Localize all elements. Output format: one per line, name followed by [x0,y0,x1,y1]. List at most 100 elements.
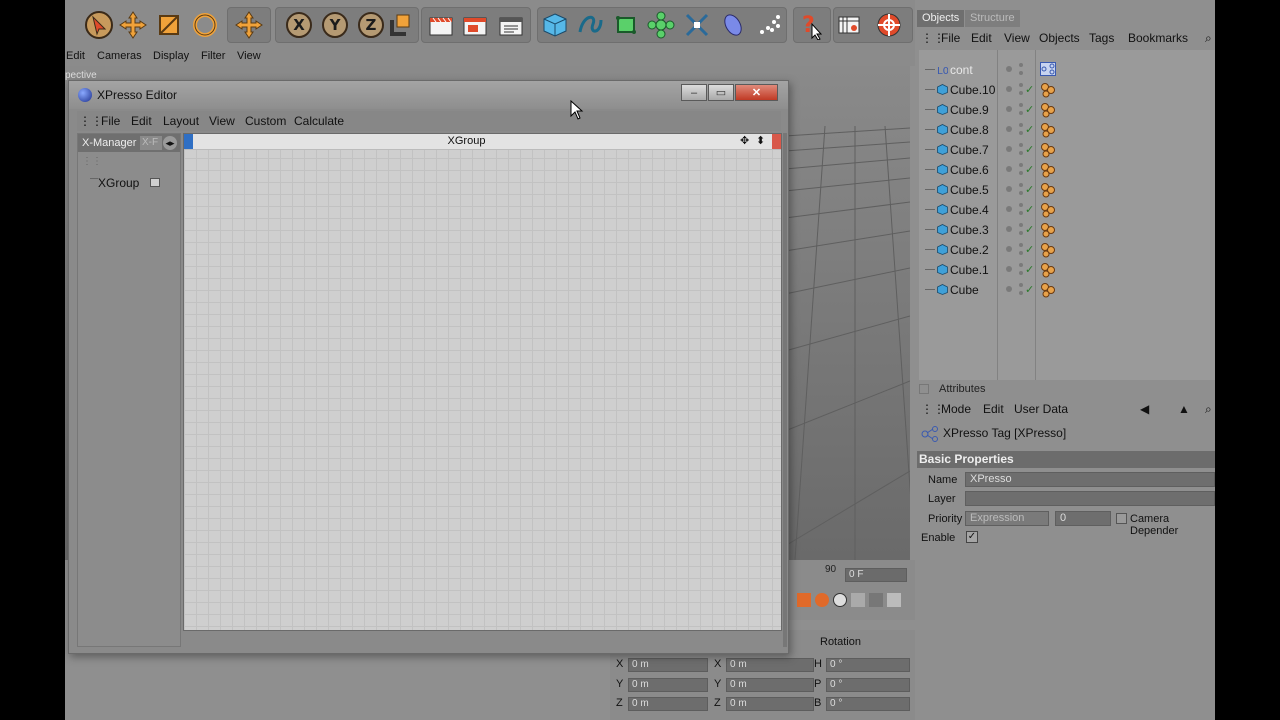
object-row[interactable]: Cube.9 ✓ [919,100,1215,120]
object-row[interactable]: Cube.3 ✓ [919,220,1215,240]
rotation-b-field[interactable]: 0 ° [826,697,910,711]
editor-visibility-dot[interactable] [1019,83,1023,87]
editor-visibility-dot[interactable] [1019,263,1023,267]
move-axis-icon[interactable] [233,9,265,41]
visibility-dot[interactable] [1006,286,1012,292]
pointer-icon[interactable] [83,9,115,41]
render-visibility-dot[interactable] [1019,231,1023,235]
object-row[interactable]: Cube.7 ✓ [919,140,1215,160]
cube-icon[interactable] [539,9,571,41]
phong-tag-icon[interactable] [1040,282,1056,298]
current-frame-field[interactable]: 0 F [845,568,907,582]
enabled-check-icon[interactable]: ✓ [1025,203,1034,216]
viewport-menu-view[interactable]: View [237,50,261,62]
xpresso-menu-file[interactable]: File [101,114,120,128]
phong-tag-icon[interactable] [1040,202,1056,218]
search-icon[interactable]: ⌕ [1205,31,1212,46]
xpresso-title-bar[interactable]: XPresso Editor – ▭ ✕ [69,81,788,109]
enabled-check-icon[interactable]: ✓ [1025,283,1034,296]
size-y-field[interactable]: 0 m [726,678,814,692]
attr-menu-mode[interactable]: Mode [941,402,971,416]
editor-visibility-dot[interactable] [1019,283,1023,287]
tab-objects[interactable]: Objects [917,10,965,27]
enabled-check-icon[interactable]: ✓ [1025,223,1034,236]
position-key-icon[interactable] [851,593,865,607]
object-row[interactable]: Cube.1 ✓ [919,260,1215,280]
xgroup-tree-item[interactable]: XGroup [98,176,139,190]
scene-icon[interactable] [717,9,749,41]
keyframe-selection-icon[interactable] [833,593,847,607]
x-axis-icon[interactable]: X [283,9,315,41]
maximize-button[interactable]: ▭ [708,84,734,101]
phong-tag-icon[interactable] [1040,82,1056,98]
move-icon[interactable] [117,9,149,41]
objects-menu-edit[interactable]: Edit [971,31,992,45]
editor-visibility-dot[interactable] [1019,143,1023,147]
render-visibility-dot[interactable] [1019,91,1023,95]
particles-icon[interactable] [753,9,785,41]
xgroup-node-canvas[interactable]: XGroup ✥ ⬍ [183,133,782,631]
rotation-p-field[interactable]: 0 ° [826,678,910,692]
phong-tag-icon[interactable] [1040,222,1056,238]
object-row[interactable]: Cube ✓ [919,280,1215,300]
mograph-icon[interactable] [645,9,677,41]
minimize-button[interactable]: – [681,84,707,101]
visibility-dot[interactable] [1006,86,1012,92]
rotation-h-field[interactable]: 0 ° [826,658,910,672]
visibility-dot[interactable] [1006,106,1012,112]
xgroup-resize-icon[interactable]: ⬍ [756,134,765,147]
close-button[interactable]: ✕ [735,84,778,101]
object-row[interactable]: Cube.8 ✓ [919,120,1215,140]
visibility-dot[interactable] [1006,186,1012,192]
editor-visibility-dot[interactable] [1019,223,1023,227]
visibility-dot[interactable] [1006,66,1012,72]
editor-visibility-dot[interactable] [1019,123,1023,127]
visibility-dot[interactable] [1006,166,1012,172]
deformer-icon[interactable] [681,9,713,41]
visibility-dot[interactable] [1006,266,1012,272]
render-settings-icon[interactable] [495,9,527,41]
viewport-menu-cameras[interactable]: Cameras [97,50,142,62]
xpresso-menu-edit[interactable]: Edit [131,114,152,128]
visibility-dot[interactable] [1006,226,1012,232]
objects-menu-view[interactable]: View [1004,31,1030,45]
render-visibility-dot[interactable] [1019,251,1023,255]
object-row[interactable]: Cube.2 ✓ [919,240,1215,260]
enabled-check-icon[interactable]: ✓ [1025,183,1034,196]
scale-icon[interactable] [153,9,185,41]
xpresso-menu-custom[interactable]: Custom [245,114,286,128]
layer-field[interactable] [965,491,1215,506]
objects-menu-tags[interactable]: Tags [1089,31,1114,45]
spline-icon[interactable] [574,9,606,41]
phong-tag-icon[interactable] [1040,102,1056,118]
xpresso-menu-view[interactable]: View [209,114,235,128]
param-key-icon[interactable] [887,593,901,607]
viewport-menu-filter[interactable]: Filter [201,50,225,62]
editor-visibility-dot[interactable] [1019,203,1023,207]
size-x-field[interactable]: 0 m [726,658,814,672]
editor-visibility-dot[interactable] [1019,63,1023,67]
object-list[interactable]: L0 cont Cube.10 ✓ Cube.9 ✓ Cube.8 ✓ Cube.7 ✓ Cube.… [919,50,1215,380]
object-row[interactable]: Cube.5 ✓ [919,180,1215,200]
camera-dependent-checkbox[interactable] [1116,513,1127,524]
enabled-check-icon[interactable]: ✓ [1025,243,1034,256]
render-visibility-dot[interactable] [1019,71,1023,75]
enabled-check-icon[interactable]: ✓ [1025,83,1034,96]
tab-structure[interactable]: Structure [965,10,1020,27]
render-visibility-dot[interactable] [1019,151,1023,155]
phong-tag-icon[interactable] [1040,242,1056,258]
priority-number-field[interactable]: 0 [1055,511,1111,526]
render-view-icon[interactable] [425,9,457,41]
object-row[interactable]: Cube.4 ✓ [919,200,1215,220]
enabled-check-icon[interactable]: ✓ [1025,163,1034,176]
object-row[interactable]: Cube.10 ✓ [919,80,1215,100]
y-axis-icon[interactable]: Y [319,9,351,41]
x-pool-tab[interactable]: X-F [140,136,162,150]
phong-tag-icon[interactable] [1040,122,1056,138]
render-visibility-dot[interactable] [1019,211,1023,215]
python-icon[interactable] [873,9,905,41]
position-z-field[interactable]: 0 m [628,697,708,711]
phong-tag-icon[interactable] [1040,262,1056,278]
object-row[interactable]: L0 cont [919,60,1215,80]
timeline-icon[interactable] [833,9,865,41]
